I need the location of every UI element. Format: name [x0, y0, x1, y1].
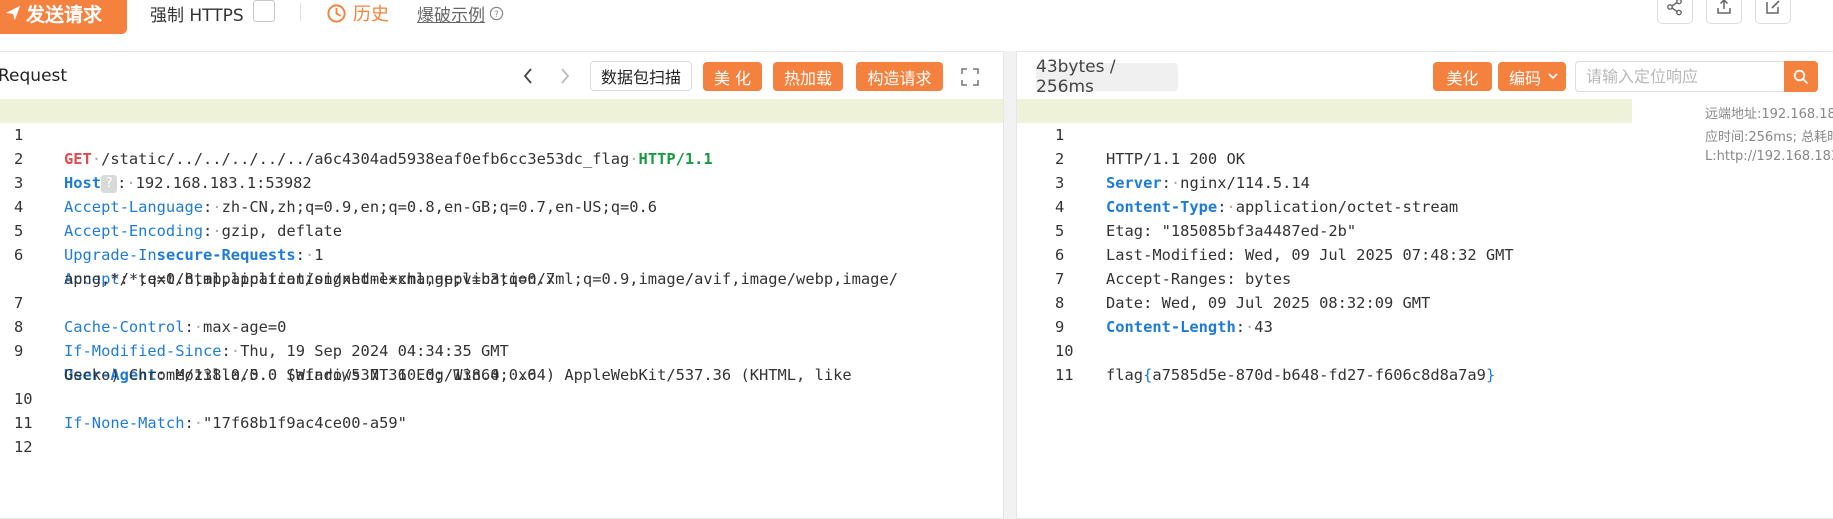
request-editor[interactable]: 1 GET·/static/../../../../../a6c4304ad59…: [0, 99, 1003, 519]
code-line: 1 HTTP/1.1 200 OK: [1017, 99, 1632, 168]
response-panel: 43bytes / 256ms 美化 编码 1 HTTP/1.1 200 OK …: [1016, 51, 1833, 519]
chevron-left-icon: [523, 68, 532, 84]
brace-open: {: [1143, 366, 1153, 384]
burst-example-link[interactable]: 爆破示例 ?: [417, 1, 504, 26]
response-stats-badge: 43bytes / 256ms: [1036, 57, 1178, 97]
edit-button[interactable]: [1755, 0, 1791, 24]
code-line: 6 Accept-Ranges: bytes: [1017, 219, 1632, 288]
request-title: Request: [0, 66, 68, 86]
code-line: 9: [1017, 291, 1632, 336]
send-icon: [5, 5, 21, 21]
code-line: 3 Accept-Language:·zh-CN,zh;q=0.9,en;q=0…: [0, 147, 1003, 216]
flag-prefix: flag: [1106, 366, 1144, 384]
upload-button[interactable]: [1706, 0, 1742, 24]
hotload-button[interactable]: 热加载: [773, 62, 843, 91]
panel-splitter[interactable]: [1004, 51, 1016, 519]
response-panel-header: 43bytes / 256ms 美化 编码: [1017, 52, 1833, 99]
search-icon: [1793, 69, 1809, 84]
clock-icon: [327, 3, 346, 23]
history-button[interactable]: 历史: [326, 0, 389, 26]
toolbar-divider: [300, 3, 301, 21]
timing-info: 应时间:256ms; 总耗时: [1705, 130, 1833, 145]
code-line: 5 Upgrade-Insecure-Requests:·1: [0, 195, 1003, 264]
code-line: 1 GET·/static/../../../../../a6c4304ad59…: [0, 99, 1003, 168]
share-icon: [1667, 0, 1682, 16]
remote-address-info: 远端地址:192.168.183.1: [1705, 107, 1833, 122]
chevron-right-icon: [561, 68, 570, 84]
encoding-dropdown[interactable]: 编码: [1498, 62, 1566, 91]
next-button[interactable]: [555, 64, 575, 88]
response-editor[interactable]: 1 HTTP/1.1 200 OK 2 Server:·nginx/114.5.…: [1017, 99, 1833, 519]
upload-icon: [1717, 0, 1731, 14]
line-number: 11: [1055, 366, 1074, 384]
request-panel-header: Request 数据包扫描 美 化 热加载 构造请求: [0, 52, 1003, 99]
code-line: 7 Date: Wed, 09 Jul 2025 08:32:09 GMT: [1017, 243, 1632, 312]
history-label: 历史: [353, 4, 389, 25]
code-line: 10 If-None-Match:·"17f68b1f9ac4ce00-a59": [0, 363, 1003, 432]
code-line: 12: [0, 411, 1003, 456]
code-line: 11: [0, 387, 1003, 432]
code-line: 4 Etag: "185085bf3a4487ed-2b": [1017, 171, 1632, 240]
code-line: 7 Cache-Control:·max-age=0: [0, 267, 1003, 336]
code-line: 11: [1017, 339, 1632, 384]
construct-request-button[interactable]: 构造请求: [856, 62, 943, 91]
send-request-label: 发送请求: [26, 3, 103, 26]
code-line: 8 Content-Length:·43: [1017, 267, 1632, 336]
code-line: 2 Server:·nginx/114.5.14: [1017, 123, 1632, 192]
code-line: 9 User-Agent:·Mozilla/5.0 (Windows NT 10…: [0, 315, 1003, 384]
share-button[interactable]: [1657, 0, 1693, 24]
code-line: 4 Accept-Encoding:·gzip, deflate: [0, 171, 1003, 240]
code-line: 3 Content-Type:·application/octet-stream: [1017, 147, 1632, 216]
fullscreen-icon[interactable]: [960, 67, 980, 87]
top-toolbar: 发送请求 强制 HTTPS 历史 爆破示例 ?: [0, 0, 1833, 50]
code-line-wrap: Gecko) Chrome/138.0.0.0 Safari/537.36 Ed…: [0, 339, 1003, 384]
response-beautify-button[interactable]: 美化: [1433, 62, 1492, 91]
code-line: 8 If-Modified-Since:·Thu, 19 Sep 2024 04…: [0, 291, 1003, 360]
locate-response-input[interactable]: [1575, 61, 1799, 92]
send-request-button[interactable]: 发送请求: [0, 0, 127, 34]
code-line: 5 Last-Modified: Wed, 09 Jul 2025 07:48:…: [1017, 195, 1632, 264]
encoding-label: 编码: [1508, 68, 1541, 88]
flag-value: a7585d5e-870d-b648-fd27-f606c8d8a7a9: [1152, 366, 1486, 384]
request-beautify-button[interactable]: 美 化: [703, 62, 762, 91]
force-https-label: 强制 HTTPS: [150, 6, 244, 26]
edit-icon: [1766, 0, 1780, 14]
line-number: 12: [14, 438, 33, 456]
force-https-checkbox[interactable]: [253, 0, 275, 22]
locate-search-button[interactable]: [1784, 61, 1818, 92]
request-panel: Request 数据包扫描 美 化 热加载 构造请求 1 GET·/static…: [0, 51, 1004, 519]
burst-example-label: 爆破示例: [417, 6, 485, 26]
code-line-wrap: apng,*/*;q=0.8,application/signed-exchan…: [0, 243, 1003, 288]
chevron-down-icon: [1548, 73, 1558, 80]
code-line: 2 Host?:·192.168.183.1:53982: [0, 123, 1003, 193]
packet-scan-button[interactable]: 数据包扫描: [590, 61, 692, 91]
url-info: L:http://192.168.183.1: [1705, 149, 1833, 164]
code-line: 6 Accept:·text/html,application/xhtml+xm…: [0, 219, 1003, 288]
code-line: 10 flag{a7585d5e-870d-b648-fd27-f606c8d8…: [1017, 315, 1632, 384]
brace-close: }: [1485, 366, 1496, 384]
prev-button[interactable]: [518, 64, 538, 88]
svg-text:?: ?: [494, 9, 498, 19]
help-icon: ?: [489, 6, 504, 21]
